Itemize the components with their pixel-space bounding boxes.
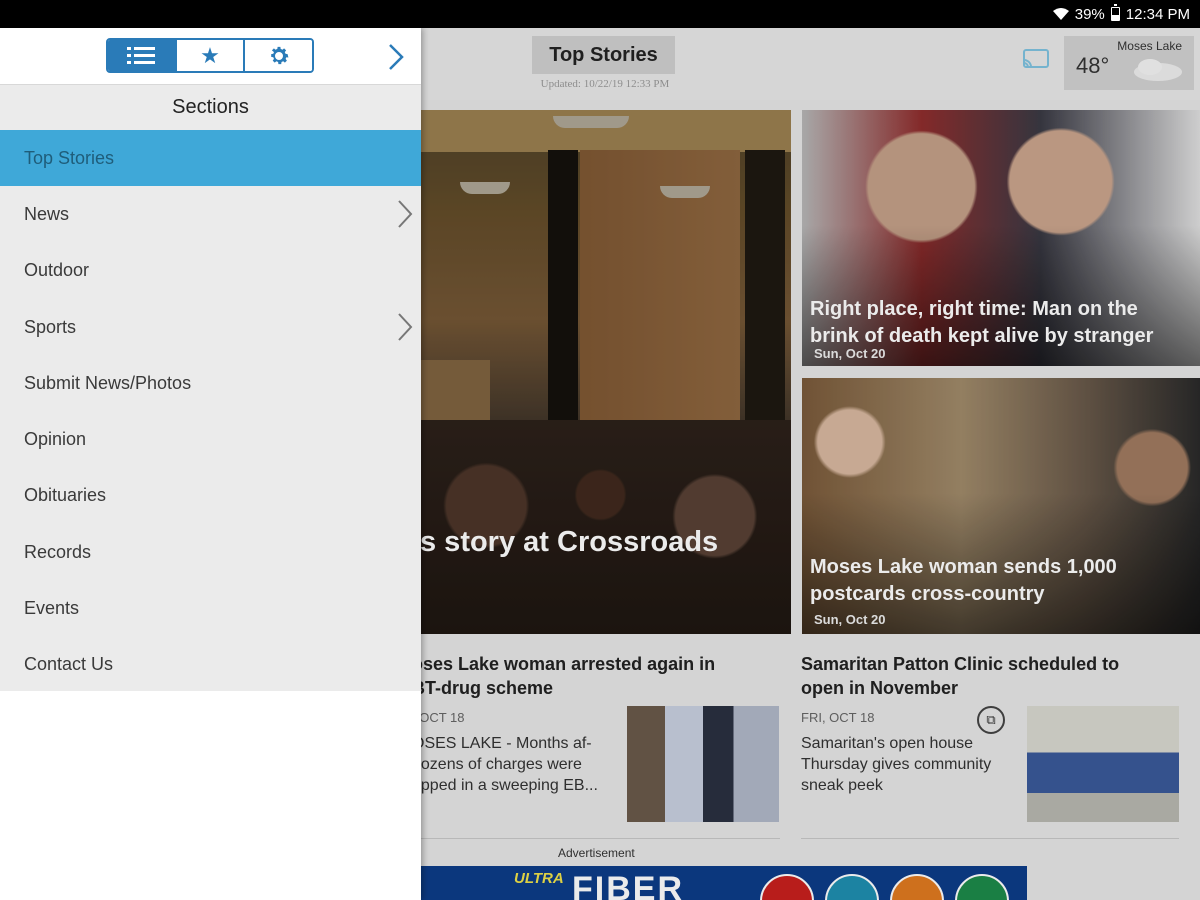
- chevron-right-icon[interactable]: [384, 42, 408, 72]
- settings-tab[interactable]: [245, 40, 312, 71]
- menu-item-obituaries[interactable]: Obituaries: [0, 468, 421, 524]
- section-menu: Top Stories News Outdoor Sports Submit N…: [0, 130, 421, 693]
- story-card[interactable]: Right place, right time: Man on the brin…: [802, 110, 1200, 366]
- clock: 12:34 PM: [1125, 5, 1190, 23]
- menu-item-records[interactable]: Records: [0, 524, 421, 580]
- story-title: Samaritan Patton Clinic scheduled to ope…: [801, 654, 1120, 698]
- ad-icon: [955, 874, 1009, 900]
- weather-temp: 48°: [1076, 53, 1110, 78]
- card-date: Sun, Oct 20: [814, 346, 886, 361]
- star-icon: ★: [200, 42, 220, 68]
- ad-banner[interactable]: ULTRA FIBER: [420, 866, 1027, 900]
- card-title: Moses Lake woman sends 1,000 postcards c…: [810, 556, 1117, 605]
- story-thumbnail[interactable]: [1027, 706, 1179, 822]
- hero-story[interactable]: s story at Crossroads: [410, 110, 791, 634]
- card-date: Sun, Oct 20: [814, 612, 886, 627]
- card-title: Right place, right time: Man on the brin…: [810, 298, 1154, 347]
- chevron-right-icon: [398, 313, 413, 341]
- story-title: oses Lake woman arrested again in BT-dru…: [412, 654, 716, 698]
- drawer-toolbar: ★: [0, 28, 421, 84]
- status-bar: 39% 12:34 PM: [0, 0, 1200, 28]
- ad-icon: [890, 874, 944, 900]
- navigation-drawer: ★ Sections Top Stories News Outdoor Spor…: [0, 28, 421, 900]
- ad-label: Advertisement: [558, 846, 635, 860]
- story-thumbnail[interactable]: [627, 706, 779, 822]
- cast-icon[interactable]: [1022, 48, 1050, 70]
- weather-widget[interactable]: Moses Lake 48°: [1064, 36, 1194, 90]
- battery-icon: [1110, 4, 1120, 21]
- wifi-icon: [1052, 8, 1069, 20]
- menu-item-label: Contact Us: [24, 654, 114, 675]
- ad-icon: [825, 874, 879, 900]
- ad-headline: FIBER: [572, 870, 684, 900]
- menu-item-label: Obituaries: [24, 485, 107, 506]
- menu-item-events[interactable]: Events: [0, 580, 421, 636]
- sections-heading: Sections: [0, 84, 421, 130]
- ad-tagline: ULTRA: [514, 870, 564, 887]
- menu-item-label: Records: [24, 541, 92, 562]
- ad-icon: [760, 874, 814, 900]
- menu-item-opinion[interactable]: Opinion: [0, 411, 421, 467]
- divider: [412, 838, 780, 839]
- weather-city: Moses Lake: [1117, 39, 1182, 53]
- menu-item-label: Submit News/Photos: [24, 372, 192, 393]
- menu-item-outdoor[interactable]: Outdoor: [0, 243, 421, 299]
- gear-icon: [270, 46, 289, 64]
- menu-item-label: Events: [24, 598, 80, 619]
- menu-item-contact-us[interactable]: Contact Us: [0, 637, 421, 693]
- menu-item-label: Sports: [24, 316, 77, 337]
- favorites-tab[interactable]: ★: [176, 40, 246, 71]
- list-icon: [127, 46, 156, 64]
- menu-item-label: Outdoor: [24, 260, 90, 281]
- story-card[interactable]: Moses Lake woman sends 1,000 postcards c…: [802, 378, 1200, 634]
- menu-item-label: Opinion: [24, 429, 87, 450]
- cloud-icon: [1134, 59, 1182, 81]
- gallery-icon[interactable]: ⧉: [977, 706, 1005, 734]
- story-summary: OSES LAKE - Months af- dozens of charges…: [412, 735, 598, 794]
- menu-item-top-stories[interactable]: Top Stories: [0, 130, 421, 187]
- updated-timestamp: Updated: 10/22/19 12:33 PM: [540, 78, 670, 90]
- drawer-tab-group: ★: [106, 38, 314, 73]
- menu-item-label: Top Stories: [24, 147, 115, 168]
- page-title[interactable]: Top Stories: [532, 36, 675, 74]
- menu-item-sports[interactable]: Sports: [0, 299, 421, 355]
- menu-item-news[interactable]: News: [0, 186, 421, 242]
- drawer-empty-space: [0, 691, 421, 900]
- story-summary: Samaritan's open house Thursday gives co…: [801, 735, 992, 794]
- menu-item-label: News: [24, 203, 70, 224]
- battery-percent: 39%: [1074, 5, 1105, 23]
- menu-item-submit-news[interactable]: Submit News/Photos: [0, 355, 421, 411]
- list-item[interactable]: oses Lake woman arrested again in BT-dru…: [412, 652, 715, 796]
- chevron-right-icon: [398, 200, 413, 228]
- story-date: , OCT 18: [412, 710, 465, 725]
- list-tab[interactable]: [108, 40, 177, 71]
- divider: [801, 838, 1179, 839]
- hero-caption: s story at Crossroads: [420, 526, 719, 558]
